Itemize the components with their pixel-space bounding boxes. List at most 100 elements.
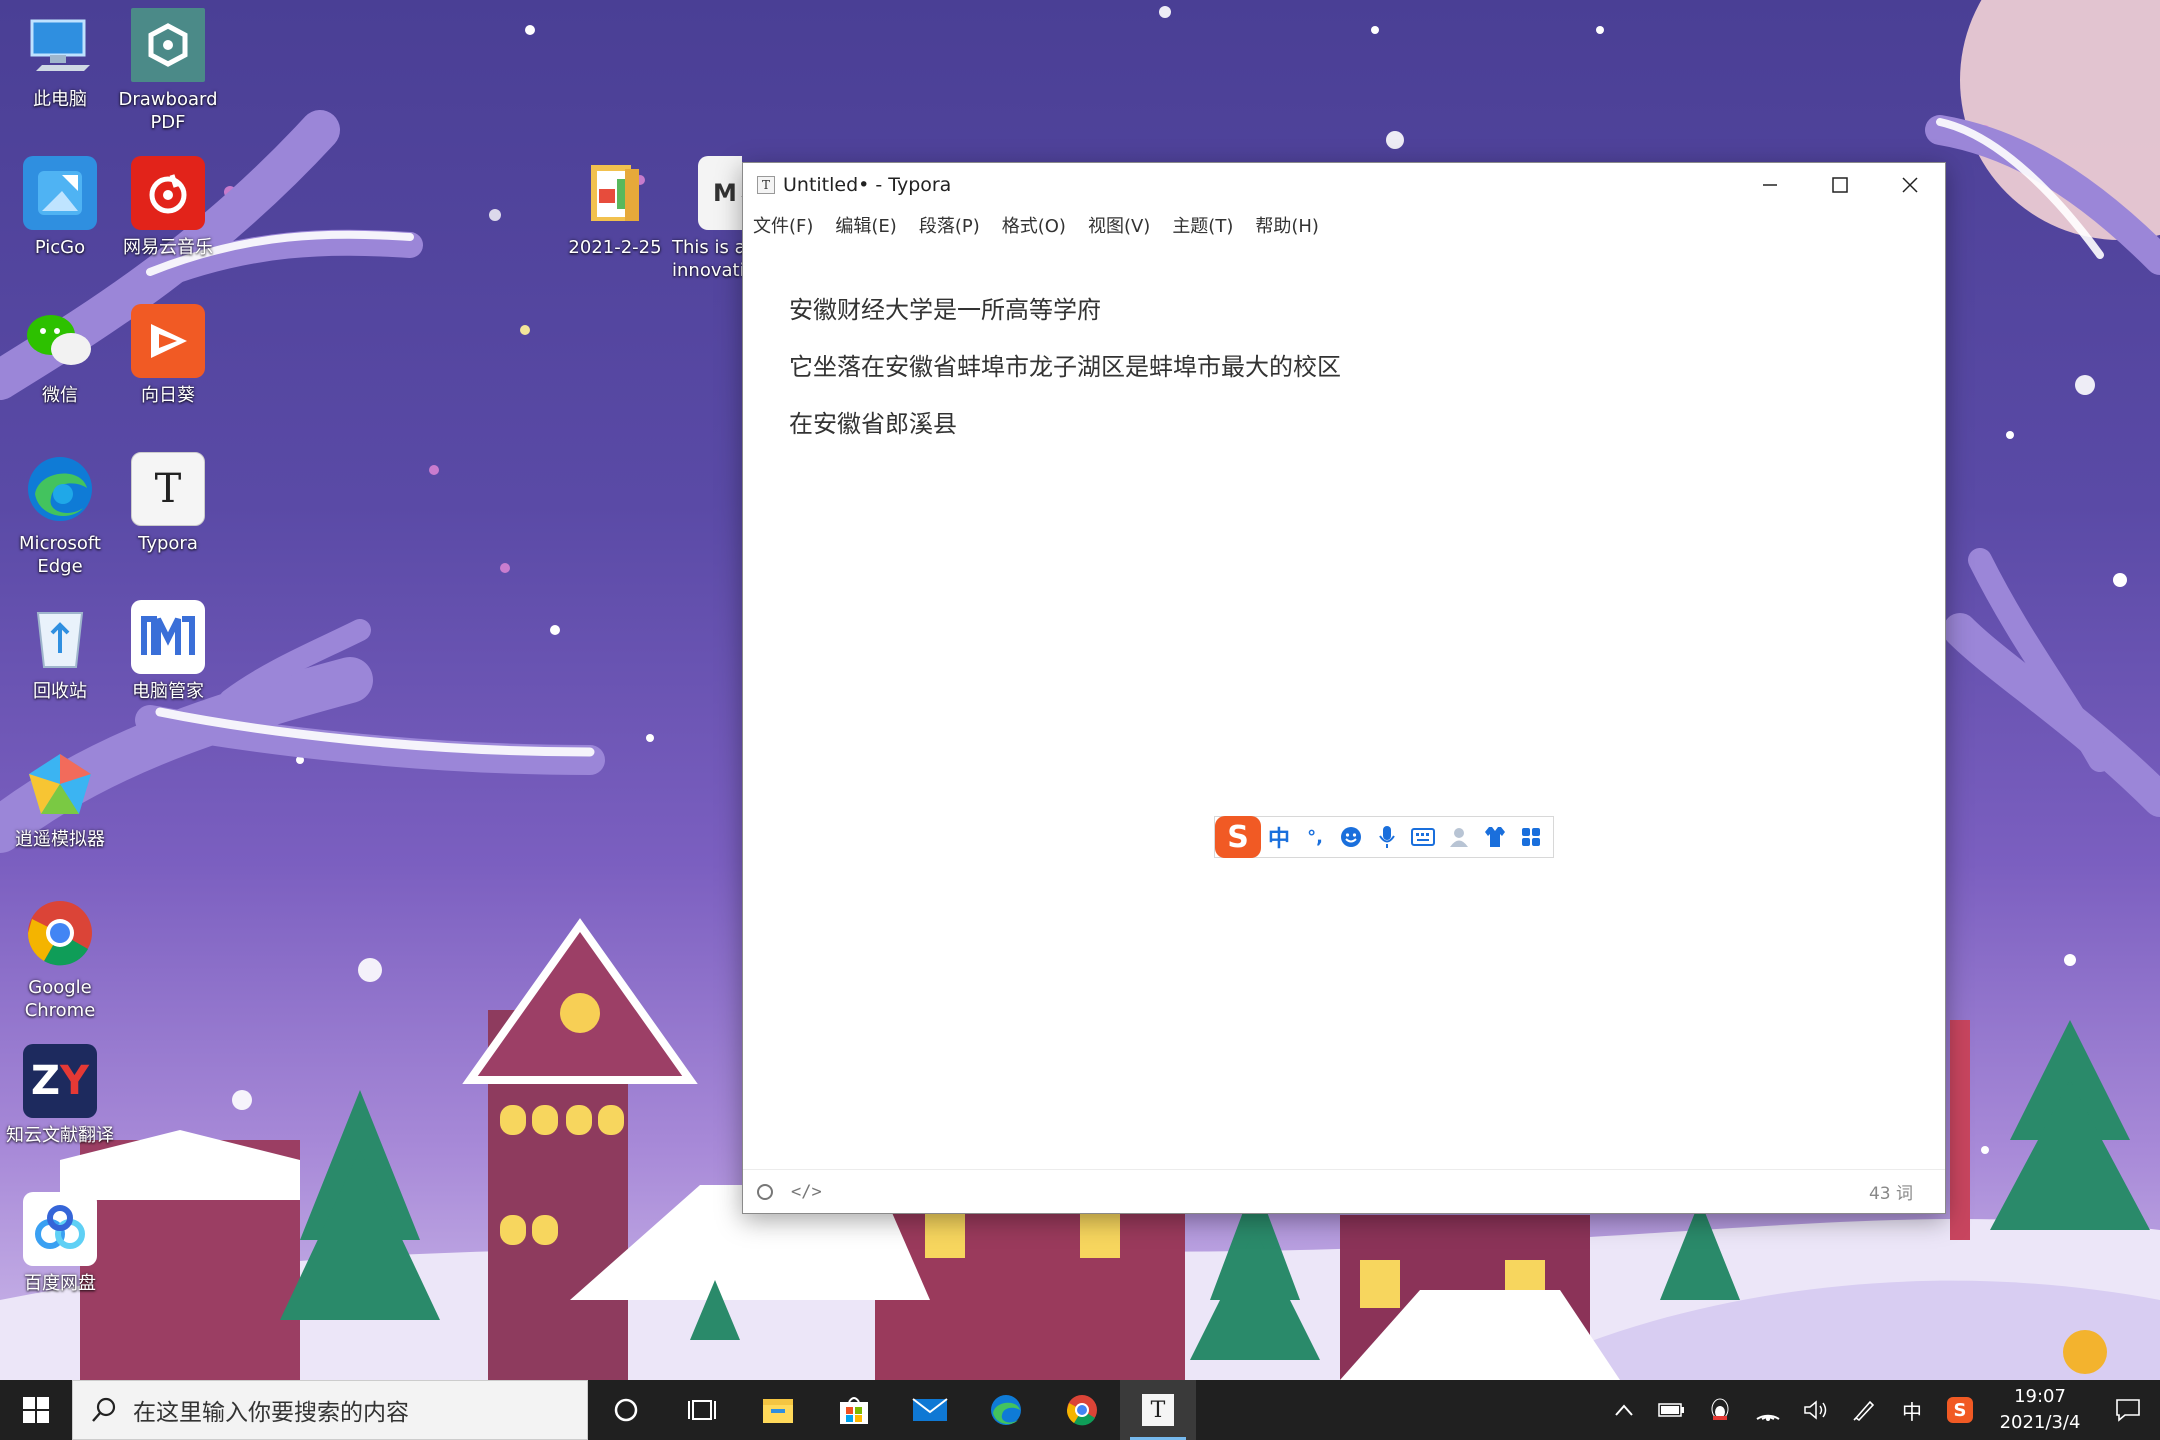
- desktop-icon-emulator[interactable]: 逍遥模拟器: [0, 748, 120, 851]
- ime-punctuation-toggle[interactable]: °,: [1297, 817, 1333, 857]
- edge-icon: [23, 452, 97, 526]
- desktop-icon-recycle-bin[interactable]: 回收站: [0, 600, 120, 703]
- windows-logo-icon: [23, 1397, 49, 1423]
- baidu-netdisk-icon: [23, 1192, 97, 1266]
- sogou-ime-toolbar[interactable]: S 中 °,: [1214, 816, 1554, 858]
- desktop-icon-edge[interactable]: Microsoft Edge: [0, 452, 120, 578]
- toolbox-grid-icon[interactable]: [1513, 817, 1549, 857]
- file-explorer-icon: [763, 1399, 793, 1423]
- recycle-bin-icon: [23, 600, 97, 674]
- taskbar-mail[interactable]: [892, 1380, 968, 1440]
- cortana-button[interactable]: [588, 1380, 664, 1440]
- start-button[interactable]: [0, 1380, 72, 1440]
- search-placeholder: 在这里输入你要搜索的内容: [133, 1400, 409, 1426]
- sidebar-toggle-button[interactable]: [757, 1183, 773, 1200]
- title-bar[interactable]: T Untitled• - Typora: [743, 163, 1945, 207]
- menu-file[interactable]: 文件(F): [751, 210, 815, 240]
- desktop-icon-label: 逍遥模拟器: [15, 829, 105, 850]
- desktop-icon-drawboard[interactable]: Drawboard PDF: [108, 8, 228, 134]
- menu-edit[interactable]: 编辑(E): [833, 210, 898, 240]
- word-count[interactable]: 43 词: [1869, 1179, 1913, 1204]
- desktop-icon-sunlogin[interactable]: 向日葵: [108, 304, 228, 407]
- chrome-icon: [1066, 1395, 1097, 1426]
- volume-button[interactable]: [1792, 1380, 1840, 1440]
- taskbar-typora[interactable]: T: [1120, 1380, 1196, 1440]
- edge-icon: [991, 1395, 1021, 1425]
- network-button[interactable]: [1744, 1380, 1792, 1440]
- desktop-icon-zhiyun[interactable]: ZY 知云文献翻译: [0, 1044, 120, 1147]
- menu-paragraph[interactable]: 段落(P): [917, 210, 982, 240]
- desktop-icon-pc-manager[interactable]: 电脑管家: [108, 600, 228, 703]
- desktop-icon-this-pc[interactable]: 此电脑: [0, 8, 120, 111]
- wechat-icon: [23, 304, 97, 378]
- microphone-icon[interactable]: [1369, 817, 1405, 857]
- menu-view[interactable]: 视图(V): [1086, 210, 1152, 240]
- minimize-button[interactable]: [1735, 163, 1805, 207]
- battery-button[interactable]: [1648, 1380, 1696, 1440]
- desktop-icon-label: Drawboard PDF: [118, 89, 218, 133]
- close-button[interactable]: [1875, 163, 1945, 207]
- desktop-icon-picgo[interactable]: PicGo: [0, 156, 120, 259]
- picgo-icon: [23, 156, 97, 230]
- document-paragraph[interactable]: 它坐落在安徽省蚌埠市龙子湖区是蚌埠市最大的校区: [789, 350, 1905, 384]
- show-hidden-icons-button[interactable]: [1600, 1380, 1648, 1440]
- desktop-icon-label: 2021-2-25: [568, 237, 662, 258]
- taskbar-edge[interactable]: [968, 1380, 1044, 1440]
- pen-workspace-button[interactable]: [1840, 1380, 1888, 1440]
- editor-content[interactable]: 安徽财经大学是一所高等学府 它坐落在安徽省蚌埠市龙子湖区是蚌埠市最大的校区 在安…: [789, 293, 1905, 464]
- markdown-file-icon: M↓: [698, 156, 742, 230]
- taskbar-search-box[interactable]: 在这里输入你要搜索的内容: [72, 1380, 588, 1440]
- emulator-icon: [23, 748, 97, 822]
- desktop-icon-markdown-file[interactable]: M↓ This is a innovati: [672, 156, 742, 282]
- pc-manager-icon: [131, 600, 205, 674]
- clock-time: 19:07: [2014, 1386, 2066, 1407]
- user-account-icon[interactable]: [1441, 817, 1477, 857]
- menu-theme[interactable]: 主题(T): [1170, 210, 1235, 240]
- keyboard-icon[interactable]: [1405, 817, 1441, 857]
- desktop-icon-baidu-netdisk[interactable]: 百度网盘: [0, 1192, 120, 1295]
- desktop-icon-netease-music[interactable]: 网易云音乐: [108, 156, 228, 259]
- desktop-icon-folder[interactable]: 2021-2-25: [555, 156, 675, 259]
- clock[interactable]: 19:07 2021/3/4: [1984, 1380, 2096, 1440]
- desktop-icon-chrome[interactable]: Google Chrome: [0, 896, 120, 1022]
- maximize-button[interactable]: [1805, 163, 1875, 207]
- skin-shirt-icon[interactable]: [1477, 817, 1513, 857]
- desktop-icon-label: 知云文献翻译: [6, 1125, 114, 1146]
- qq-tray-button[interactable]: [1696, 1380, 1744, 1440]
- document-paragraph[interactable]: 在安徽省郎溪县: [789, 407, 1905, 441]
- task-view-button[interactable]: [664, 1380, 740, 1440]
- typora-window[interactable]: T Untitled• - Typora 文件(F) 编辑(E) 段落(P) 格…: [742, 162, 1946, 1214]
- ime-mode-toggle[interactable]: 中: [1261, 817, 1297, 857]
- menu-format[interactable]: 格式(O): [1000, 210, 1068, 240]
- source-code-toggle-button[interactable]: </>: [791, 1182, 822, 1202]
- sunlogin-icon: [131, 304, 205, 378]
- desktop-icon-label: 回收站: [33, 681, 87, 702]
- menu-bar: 文件(F) 编辑(E) 段落(P) 格式(O) 视图(V) 主题(T) 帮助(H…: [743, 207, 1945, 243]
- chrome-icon: [23, 896, 97, 970]
- menu-help[interactable]: 帮助(H): [1253, 210, 1321, 240]
- sogou-tray-button[interactable]: S: [1936, 1380, 1984, 1440]
- typora-app-icon: T: [757, 176, 775, 194]
- chevron-up-icon: [1615, 1404, 1633, 1416]
- pen-icon: [1853, 1400, 1875, 1422]
- taskbar-file-explorer[interactable]: [740, 1380, 816, 1440]
- sogou-icon: S: [1947, 1397, 1973, 1423]
- desktop-icon-wechat[interactable]: 微信: [0, 304, 120, 407]
- sogou-logo-icon[interactable]: S: [1215, 816, 1261, 858]
- taskbar-store[interactable]: [816, 1380, 892, 1440]
- typora-icon: T: [1142, 1394, 1174, 1426]
- document-paragraph[interactable]: 安徽财经大学是一所高等学府: [789, 293, 1905, 327]
- action-center-button[interactable]: [2096, 1380, 2160, 1440]
- close-icon: [1902, 177, 1918, 193]
- taskbar-chrome[interactable]: [1044, 1380, 1120, 1440]
- input-method-indicator[interactable]: 中: [1888, 1380, 1936, 1440]
- desktop-icon-typora[interactable]: T Typora: [108, 452, 228, 555]
- window-controls: [1735, 163, 1945, 207]
- search-icon: [92, 1397, 116, 1422]
- desktop-icon-label: 此电脑: [33, 89, 87, 110]
- desktop-icon-label: PicGo: [34, 237, 86, 258]
- emoji-icon[interactable]: [1333, 817, 1369, 857]
- qq-penguin-icon: [1711, 1398, 1729, 1420]
- folder-icon: [578, 156, 652, 230]
- notification-icon: [2116, 1399, 2140, 1422]
